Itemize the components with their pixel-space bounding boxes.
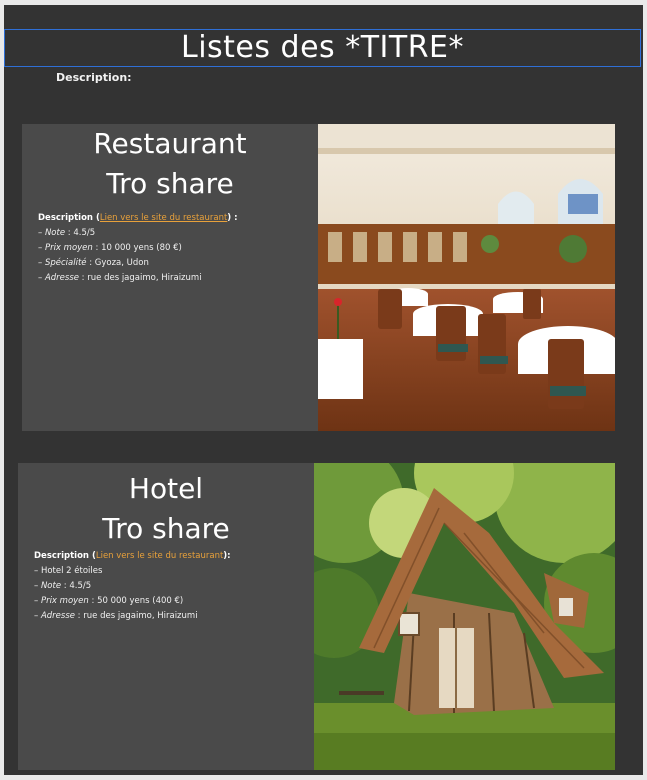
hotel-photo-image [314, 463, 615, 770]
restaurant-site-link[interactable]: Lien vers le site du restaurant [100, 213, 227, 223]
hotel-info: Hotel Tro share Description (Lien vers l… [18, 463, 314, 770]
hotel-title-line2: Tro share [102, 512, 230, 545]
hotel-description-label: Description [34, 551, 89, 561]
restaurant-title-line1: Restaurant [93, 127, 247, 160]
hotel-note-label: Note [40, 581, 62, 591]
hotel-price-row: – Prix moyen : 50 000 yens (400 €) [34, 596, 184, 606]
restaurant-address-row: – Adresse : rue des jagaimo, Hiraizumi [38, 273, 202, 283]
hotel-photo [314, 463, 615, 770]
hotel-price-label: Prix moyen [40, 596, 89, 606]
hotel-note-value: : 4.5/5 [61, 581, 92, 591]
hotel-description-row: Description (Lien vers le site du restau… [34, 551, 231, 561]
hotel-description-suffix: ): [223, 551, 231, 561]
restaurant-note-label: Note [44, 228, 66, 238]
hotel-details: Description (Lien vers le site du restau… [34, 549, 304, 624]
restaurant-price-value: : 10 000 yens (80 €) [92, 243, 182, 253]
restaurant-price-row: – Prix moyen : 10 000 yens (80 €) [38, 243, 182, 253]
restaurant-details: Description (Lien vers le site du restau… [38, 211, 308, 286]
hotel-stars-row: – Hotel 2 étoiles [34, 566, 103, 576]
restaurant-title-line2: Tro share [106, 167, 234, 200]
restaurant-info: Restaurant Tro share Description (Lien v… [22, 124, 318, 431]
restaurant-description-suffix: ) : [227, 213, 238, 223]
restaurant-specialty-value: : Gyoza, Udon [86, 258, 149, 268]
restaurant-description-label: Description [38, 213, 93, 223]
page: Listes des *TITRE* Description: Restaura… [4, 5, 643, 775]
hotel-address-row: – Adresse : rue des jagaimo, Hiraizumi [34, 611, 198, 621]
hotel-site-link[interactable]: Lien vers le site du restaurant [96, 551, 223, 561]
restaurant-price-label: Prix moyen [44, 243, 93, 253]
restaurant-photo [318, 124, 615, 431]
page-title: Listes des *TITRE* [180, 30, 465, 65]
restaurant-card: Restaurant Tro share Description (Lien v… [22, 124, 615, 431]
restaurant-photo-image [318, 124, 615, 431]
hotel-address-label: Adresse [40, 611, 75, 621]
restaurant-specialty-label: Spécialité [44, 258, 87, 268]
title-box: Listes des *TITRE* [4, 29, 641, 67]
hotel-card: Hotel Tro share Description (Lien vers l… [18, 463, 615, 770]
restaurant-note-value: : 4.5/5 [65, 228, 96, 238]
page-description-label: Description: [56, 71, 132, 84]
restaurant-address-value: : rue des jagaimo, Hiraizumi [78, 273, 202, 283]
hotel-price-value: : 50 000 yens (400 €) [88, 596, 184, 606]
hotel-address-value: : rue des jagaimo, Hiraizumi [74, 611, 198, 621]
restaurant-specialty-row: – Spécialité : Gyoza, Udon [38, 258, 149, 268]
restaurant-description-row: Description (Lien vers le site du restau… [38, 213, 238, 223]
restaurant-address-label: Adresse [44, 273, 79, 283]
hotel-note-row: – Note : 4.5/5 [34, 581, 92, 591]
restaurant-note-row: – Note : 4.5/5 [38, 228, 96, 238]
hotel-title-line1: Hotel [128, 472, 204, 505]
